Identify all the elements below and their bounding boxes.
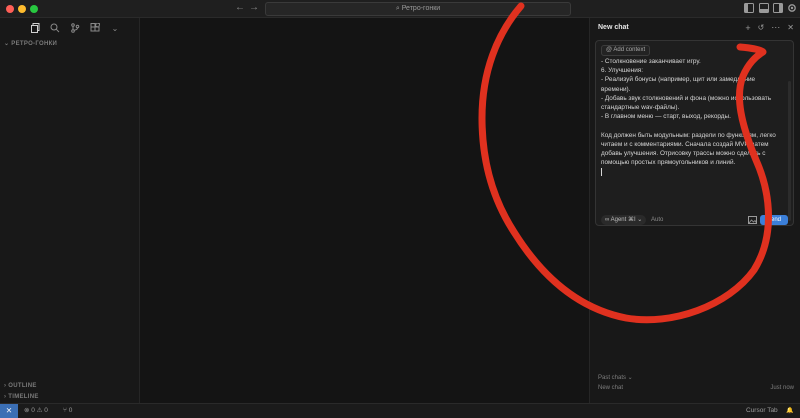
status-bar: ⨯ ⊗ 0 ⚠ 0 ⑂ 0 Cursor Tab 🔔 <box>0 403 800 418</box>
problems-indicator[interactable]: ⊗ 0 ⚠ 0 <box>24 407 48 415</box>
send-button[interactable]: Send <box>760 215 788 225</box>
primary-sidebar: ⌄ ⌄ РЕТРО-ГОНКИ › OUTLINE › TIMELINE <box>0 18 140 403</box>
chat-scrollbar[interactable] <box>788 81 791 221</box>
notifications-bell-icon[interactable]: 🔔 <box>786 407 793 415</box>
chat-line: помощью простых прямоугольников и линий. <box>601 159 736 167</box>
past-chat-time: Just now <box>770 385 794 391</box>
chat-header-icons: + ↺ ⋯ ✕ <box>745 22 794 33</box>
ports-indicator[interactable]: ⑂ 0 <box>63 407 72 415</box>
source-control-icon[interactable] <box>70 23 80 33</box>
chat-line: - В главном меню — старт, выход, рекорды… <box>601 113 731 121</box>
model-selector[interactable]: Auto <box>651 215 663 225</box>
past-chats-toggle[interactable]: Past chats ⌄ <box>598 374 633 381</box>
settings-gear-icon[interactable] <box>787 3 797 13</box>
chat-line: добавь улучшения. Отрисовку трассы можно… <box>601 150 766 158</box>
cursor-tab-status[interactable]: Cursor Tab <box>746 407 778 415</box>
command-search-bar[interactable]: ⌕ Ретро-гонки <box>265 2 571 16</box>
text-cursor <box>601 167 789 176</box>
files-icon[interactable] <box>30 23 40 33</box>
chat-line: Код должен быть модульным: раздели по фу… <box>601 131 776 139</box>
outline-section-header[interactable]: › OUTLINE <box>4 383 37 389</box>
chat-line <box>601 121 789 130</box>
extensions-icon[interactable] <box>90 23 100 33</box>
agent-mode-selector[interactable]: ∞ Agent ⌘I ⌄ <box>601 215 647 225</box>
chat-line: читаем и с комментариями. Сначала создай… <box>601 140 769 148</box>
title-bar: ← → ⌕ Ретро-гонки <box>0 0 800 18</box>
past-chat-item[interactable]: New chat Just now <box>598 385 794 391</box>
chat-line: - Реализуй бонусы (например, щит или зам… <box>601 76 756 84</box>
minimize-window-button[interactable] <box>18 5 26 13</box>
chat-line: времени). <box>601 85 631 93</box>
search-icon[interactable] <box>50 23 60 33</box>
add-context-button[interactable]: @ Add context <box>601 45 651 56</box>
toggle-secondary-sidebar-icon[interactable] <box>773 3 783 13</box>
toggle-primary-sidebar-icon[interactable] <box>744 3 754 13</box>
chat-panel: New chat + ↺ ⋯ ✕ @ Add context - Столкно… <box>589 18 800 403</box>
chat-tab-title[interactable]: New chat <box>598 24 629 31</box>
back-arrow-icon[interactable]: ← <box>235 2 245 13</box>
image-attach-icon[interactable] <box>748 216 757 224</box>
forward-arrow-icon[interactable]: → <box>249 2 259 13</box>
remote-connection-icon[interactable]: ⨯ <box>0 404 18 418</box>
maximize-window-button[interactable] <box>30 5 38 13</box>
chat-line: - Столкновение заканчивает игру. <box>601 58 701 65</box>
toggle-panel-icon[interactable] <box>759 3 769 13</box>
chat-line: - Добавь звук столкновений и фона (можно… <box>601 94 772 102</box>
editor-area <box>141 18 588 403</box>
timeline-section-header[interactable]: › TIMELINE <box>4 394 39 400</box>
close-chat-icon[interactable]: ✕ <box>787 23 794 32</box>
chat-input-text[interactable]: - Столкновение заканчивает игру. 6. Улуч… <box>601 57 789 177</box>
chat-history-icon[interactable]: ↺ <box>758 23 765 32</box>
explorer-folder-header[interactable]: ⌄ РЕТРО-ГОНКИ <box>4 40 57 47</box>
past-chat-title: New chat <box>598 385 624 391</box>
chat-line: стандартные wav-файлы). <box>601 104 680 112</box>
new-chat-plus-icon[interactable]: + <box>745 23 750 33</box>
activity-icons: ⌄ <box>30 22 120 34</box>
chevron-down-icon[interactable]: ⌄ <box>110 23 120 33</box>
more-options-icon[interactable]: ⋯ <box>771 22 780 33</box>
chat-line: 6. Улучшения: <box>601 67 644 75</box>
close-window-button[interactable] <box>6 5 14 13</box>
chat-input-box[interactable]: @ Add context - Столкновение заканчивает… <box>595 40 794 226</box>
